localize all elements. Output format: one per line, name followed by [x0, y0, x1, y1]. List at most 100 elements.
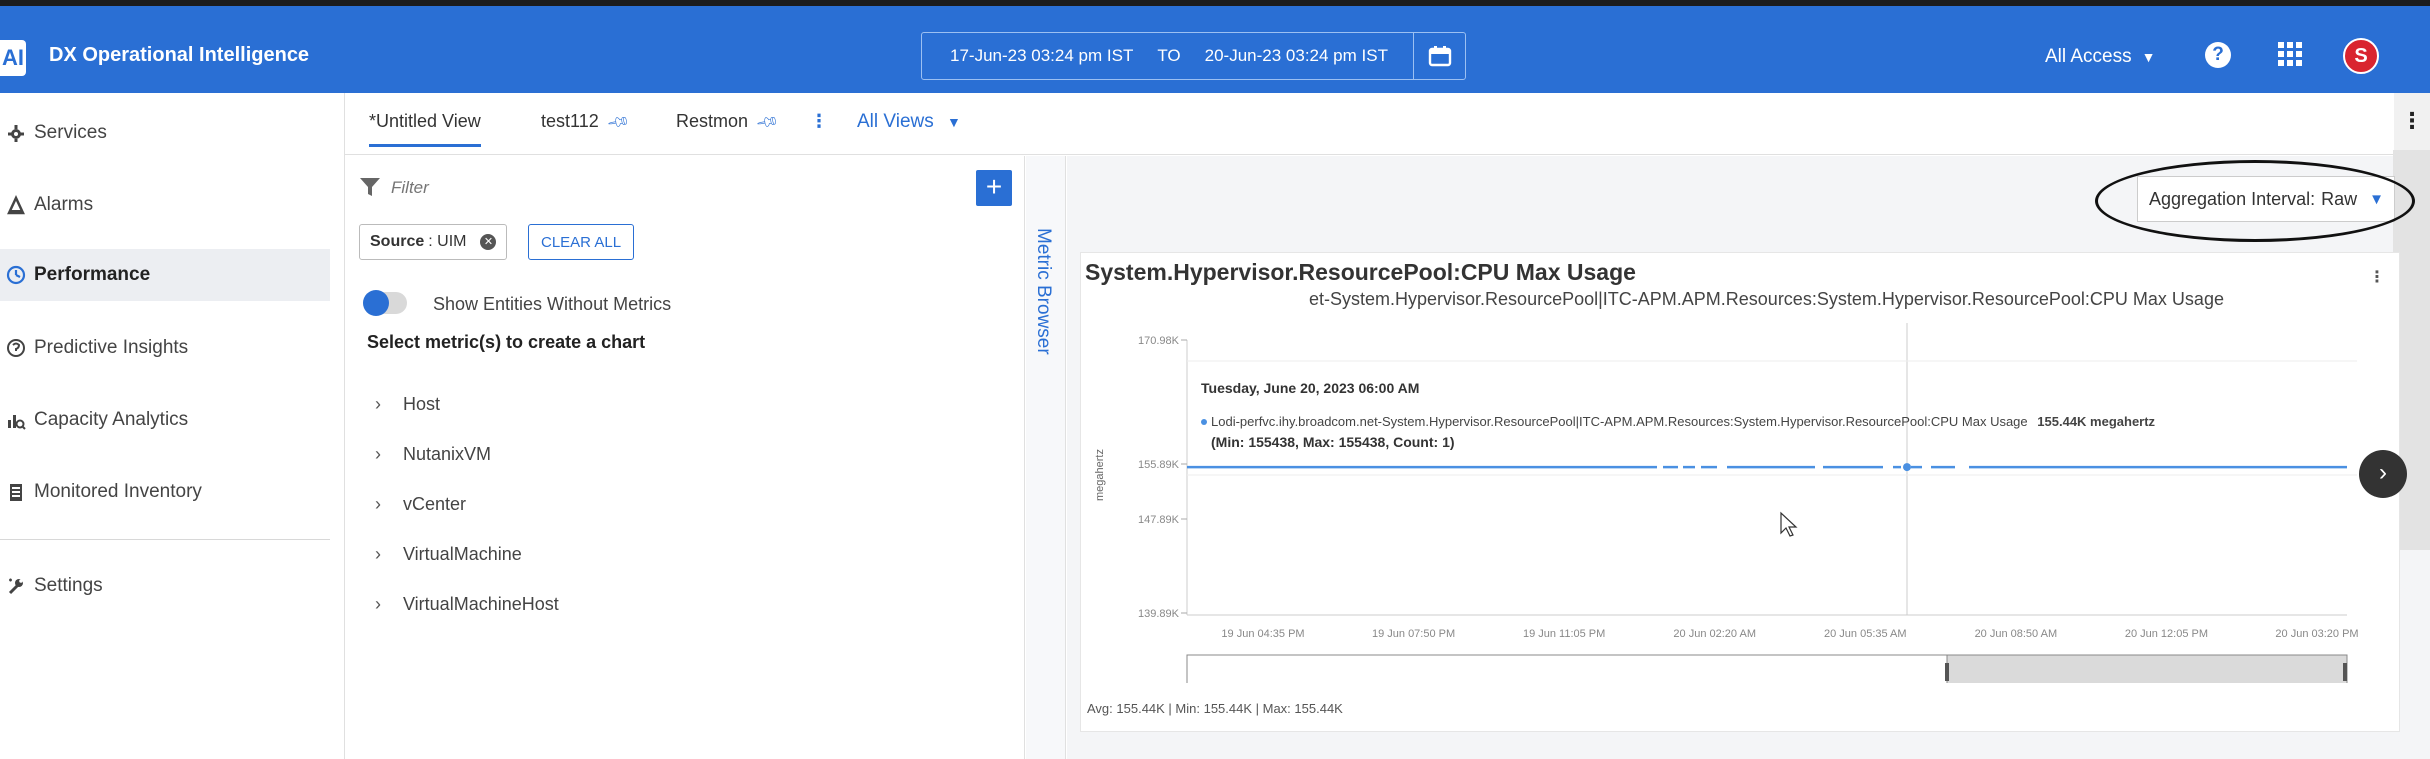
y-tick-label: 139.89K: [1138, 608, 1180, 620]
source-chip-key: Source: [370, 233, 425, 250]
tooltip-date: Tuesday, June 20, 2023 06:00 AM: [1201, 380, 1419, 396]
tab-untitled-view[interactable]: *Untitled View: [369, 111, 481, 147]
series-layer: [1187, 463, 2347, 472]
view-menu-icon[interactable]: ⋮: [2394, 93, 2430, 155]
data-point[interactable]: [1903, 463, 1911, 472]
date-to-label: TO: [1157, 46, 1181, 65]
pin-icon[interactable]: 📌︎: [605, 109, 631, 135]
sidebar-item-label: Alarms: [34, 194, 94, 215]
inventory-icon: [0, 482, 32, 502]
metric-browser-tab[interactable]: Metric Browser: [1026, 156, 1066, 759]
app-logo[interactable]: AI: [0, 40, 26, 76]
sidebar-item-services[interactable]: Services: [0, 107, 330, 159]
date-from: 17-Jun-23 03:24 pm IST: [950, 46, 1134, 65]
sidebar-item-monitored-inventory[interactable]: Monitored Inventory: [0, 466, 330, 518]
sidebar-item-label: Performance: [34, 264, 151, 285]
sidebar-item-label: Capacity Analytics: [34, 409, 189, 430]
capacity-icon: [0, 410, 32, 430]
show-entities-toggle[interactable]: [363, 290, 407, 316]
x-tick-label: 20 Jun 08:50 AM: [1975, 628, 2058, 640]
tree-item-label: NutanixVM: [403, 444, 492, 464]
top-header: AI DX Operational Intelligence 17-Jun-23…: [0, 0, 2430, 93]
settings-icon: [0, 576, 32, 596]
date-range-picker[interactable]: 17-Jun-23 03:24 pm IST TO 20-Jun-23 03:2…: [921, 32, 1466, 80]
sidebar-item-capacity-analytics[interactable]: Capacity Analytics: [0, 394, 330, 446]
tree-item-label: VirtualMachineHost: [403, 594, 559, 614]
x-tick-label: 20 Jun 03:20 PM: [2275, 628, 2358, 640]
chevron-right-icon: ›: [375, 394, 381, 414]
tab-restmon[interactable]: Restmon 📌︎: [676, 110, 780, 135]
app-launcher-icon[interactable]: [2278, 42, 2302, 66]
filter-icon: [359, 176, 381, 203]
sidebar-divider: [0, 539, 330, 540]
y-tick-label: 170.98K: [1138, 335, 1180, 347]
tree-item-label: vCenter: [403, 494, 467, 514]
insights-icon: [0, 338, 32, 358]
chevron-down-icon: ▼: [947, 114, 961, 130]
tab-test112[interactable]: test112 📌︎: [541, 109, 631, 135]
tree-item-host[interactable]: › Host: [375, 394, 440, 415]
y-axis-ticks: 170.98K 155.89K 147.89K 139.89K: [1138, 335, 1187, 620]
next-chart-button[interactable]: ›: [2359, 450, 2407, 498]
metric-filter-panel: + Source : UIM ✕ CLEAR ALL Show Entities…: [345, 156, 1049, 759]
tooltip-series-line: Lodi-perfvc.ihy.broadcom.net-System.Hype…: [1211, 414, 2156, 429]
chevron-right-icon: ›: [375, 594, 381, 614]
user-avatar[interactable]: S: [2343, 38, 2379, 74]
tooltip-value: 155.44K megahertz: [2037, 414, 2155, 429]
sidebar-item-label: Predictive Insights: [34, 337, 189, 358]
view-tabs: *Untitled View test112 📌︎ Restmon 📌︎ ⋮ All…: [345, 93, 2430, 155]
select-metrics-hint: Select metric(s) to create a chart: [367, 332, 646, 352]
tooltip-stats: (Min: 155438, Max: 155438, Count: 1): [1211, 434, 1455, 450]
sidebar: Services Alarms Performance Predictive I…: [0, 93, 345, 759]
help-icon[interactable]: ?: [2205, 42, 2231, 68]
remove-filter-icon[interactable]: ✕: [480, 234, 497, 250]
chart-card: System.Hypervisor.ResourcePool:CPU Max U…: [1080, 252, 2400, 732]
tree-item-virtualmachine[interactable]: › VirtualMachine: [375, 544, 522, 565]
range-navigator[interactable]: [1186, 654, 2348, 683]
annotation-ellipse: [2095, 160, 2415, 242]
chevron-right-icon: ›: [375, 444, 381, 464]
range-handle-right[interactable]: [2343, 663, 2347, 681]
y-tick-label: 155.89K: [1138, 459, 1180, 471]
x-tick-label: 19 Jun 11:05 PM: [1523, 628, 1605, 640]
sidebar-item-label: Monitored Inventory: [34, 481, 202, 502]
chevron-right-icon: ›: [375, 544, 381, 564]
x-tick-label: 19 Jun 07:50 PM: [1372, 628, 1455, 640]
clear-all-button[interactable]: CLEAR ALL: [528, 224, 635, 260]
tab-label: Restmon: [676, 111, 749, 131]
x-tick-label: 20 Jun 12:05 PM: [2125, 628, 2208, 640]
sidebar-item-performance[interactable]: Performance: [0, 249, 330, 301]
add-filter-button[interactable]: +: [976, 170, 1012, 206]
toggle-knob: [363, 290, 389, 316]
sidebar-item-predictive-insights[interactable]: Predictive Insights: [0, 322, 330, 374]
chart-plot[interactable]: megahertz 170.98K 155.89K 147.89K 139.89K 1…: [1081, 253, 2401, 683]
all-views-dropdown[interactable]: All Views ▼: [857, 111, 961, 133]
metric-browser-label: Metric Browser: [1033, 228, 1054, 355]
mouse-pointer-icon: [1780, 511, 1798, 537]
x-tick-label: 20 Jun 02:20 AM: [1673, 628, 1756, 640]
all-views-label: All Views: [857, 111, 934, 132]
tab-more-icon[interactable]: ⋮: [810, 111, 828, 132]
sidebar-item-alarms[interactable]: Alarms: [0, 179, 330, 231]
access-label: All Access: [2045, 46, 2132, 67]
tree-item-nutanixvm[interactable]: › NutanixVM: [375, 444, 491, 465]
date-to: 20-Jun-23 03:24 pm IST: [1204, 46, 1388, 65]
app-title[interactable]: DX Operational Intelligence: [49, 44, 309, 67]
tab-label: test112: [541, 111, 599, 131]
range-handle-left[interactable]: [1945, 663, 1949, 681]
x-axis-ticks: 19 Jun 04:35 PM 19 Jun 07:50 PM 19 Jun 11:…: [1221, 628, 2358, 640]
x-tick-label: 20 Jun 05:35 AM: [1824, 628, 1907, 640]
tree-item-vcenter[interactable]: › vCenter: [375, 494, 466, 515]
pin-icon[interactable]: 📌︎: [755, 109, 781, 135]
y-tick-label: 147.89K: [1138, 514, 1180, 526]
tree-item-label: Host: [403, 394, 441, 414]
sidebar-item-settings[interactable]: Settings: [0, 560, 330, 612]
plot-frame: [1186, 323, 2357, 616]
show-entities-label: Show Entities Without Metrics: [433, 294, 672, 314]
chevron-down-icon: ▼: [2141, 49, 2156, 65]
tooltip-series-marker: [1201, 419, 1207, 425]
tree-item-virtualmachinehost[interactable]: › VirtualMachineHost: [375, 594, 559, 615]
filter-input[interactable]: [391, 174, 951, 202]
calendar-icon[interactable]: [1413, 33, 1465, 79]
access-selector[interactable]: All Access ▼: [2045, 46, 2155, 68]
